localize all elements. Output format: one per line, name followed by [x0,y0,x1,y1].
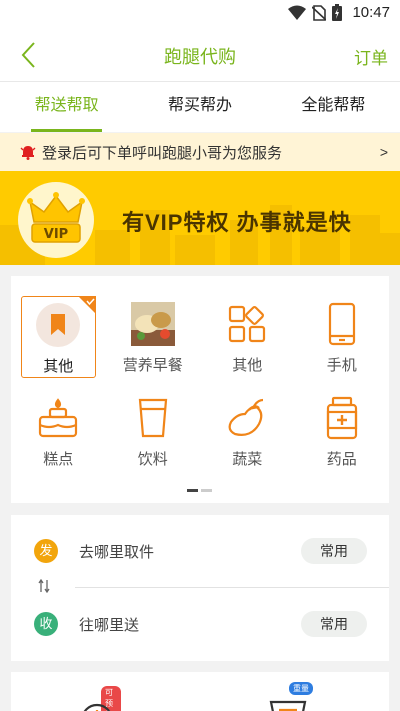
weight-icon [269,700,307,711]
vip-badge-text: VIP [44,227,68,242]
alarm-bell-icon [20,146,36,160]
tab-buy-handle[interactable]: 帮买帮办 [133,82,266,132]
category-label: 营养早餐 [122,357,183,374]
crown-icon: VIP [27,192,85,243]
notice-text: 登录后可下单呼叫跑腿小哥为您服务 [42,144,283,162]
cup-icon [129,394,177,442]
selected-check-icon [77,296,96,314]
page-dot [201,489,212,492]
vip-banner[interactable]: VIP 有VIP特权 办事就是快 [0,171,400,265]
address-divider [75,587,389,588]
app-header: 跑腿代购 订单 [0,28,400,82]
options-card: 可预约 重量 [11,672,389,711]
cake-icon [34,394,82,442]
vip-slogan: 有VIP特权 办事就是快 [122,210,352,235]
wifi-icon [288,5,307,20]
medicine-icon [318,394,366,442]
no-sim-icon [312,4,327,21]
swap-arrows-icon[interactable] [38,578,50,596]
delivery-common-address-button[interactable]: 常用 [301,611,367,637]
pickup-address-row[interactable]: 发 去哪里取件 常用 [11,531,389,571]
category-label: 糕点 [43,451,74,468]
vip-badge: VIP [18,182,94,258]
category-item-breakfast[interactable]: 营养早餐 [106,296,201,378]
tab-send-pickup[interactable]: 帮送帮取 [0,82,133,132]
category-label: 药品 [326,451,357,468]
pickup-common-address-button[interactable]: 常用 [301,538,367,564]
page-title: 跑腿代购 [164,47,236,67]
notice-arrow: > [379,144,388,160]
weight-option[interactable]: 重量 [263,682,313,711]
category-page-indicator [187,489,212,492]
address-card: 发 去哪里取件 常用 收 往哪里送 常用 [11,515,389,661]
phone-icon [318,300,366,348]
delivery-address-row[interactable]: 收 往哪里送 常用 [11,604,389,644]
category-item-cake[interactable]: 糕点 [11,390,106,472]
category-label: 饮料 [137,451,168,468]
weight-tag: 重量 [289,682,313,695]
category-label: 蔬菜 [232,451,263,468]
page-dot-active [187,489,198,492]
category-item-medicine[interactable]: 药品 [295,390,390,472]
status-icons: 10:47 [288,4,390,21]
pickup-badge: 发 [34,539,58,563]
category-card: 其他 营养早餐 其他 手机 糕点 饮料 蔬菜 药品 [11,276,389,503]
pickup-address-input[interactable]: 去哪里取件 [79,541,301,562]
category-item-phone[interactable]: 手机 [295,296,390,378]
status-bar: 10:47 [0,0,400,28]
bookmark-icon [34,301,82,349]
battery-charging-icon [332,4,343,21]
orders-link[interactable]: 订单 [354,44,388,69]
category-item-drinks[interactable]: 饮料 [106,390,201,472]
breakfast-photo [129,300,177,348]
login-notice[interactable]: 登录后可下单呼叫跑腿小哥为您服务 > [0,133,400,171]
clock-icon [83,703,111,711]
category-item-vegetables[interactable]: 蔬菜 [200,390,295,472]
service-tabs: 帮送帮取 帮买帮办 全能帮帮 [0,82,400,132]
category-grid: 其他 营养早餐 其他 手机 糕点 饮料 蔬菜 药品 [11,296,389,472]
category-label: 手机 [326,357,357,374]
delivery-badge: 收 [34,612,58,636]
schedule-option[interactable]: 可预约 [77,686,121,711]
status-time: 10:47 [352,4,390,21]
category-item-other[interactable]: 其他 [200,296,295,378]
tab-all-round[interactable]: 全能帮帮 [267,82,400,132]
grid-shapes-icon [223,300,271,348]
category-item-other-selected[interactable]: 其他 [21,296,96,378]
category-label: 其他 [232,357,263,374]
category-label: 其他 [43,358,74,375]
eggplant-icon [223,394,271,442]
delivery-address-input[interactable]: 往哪里送 [79,614,301,635]
